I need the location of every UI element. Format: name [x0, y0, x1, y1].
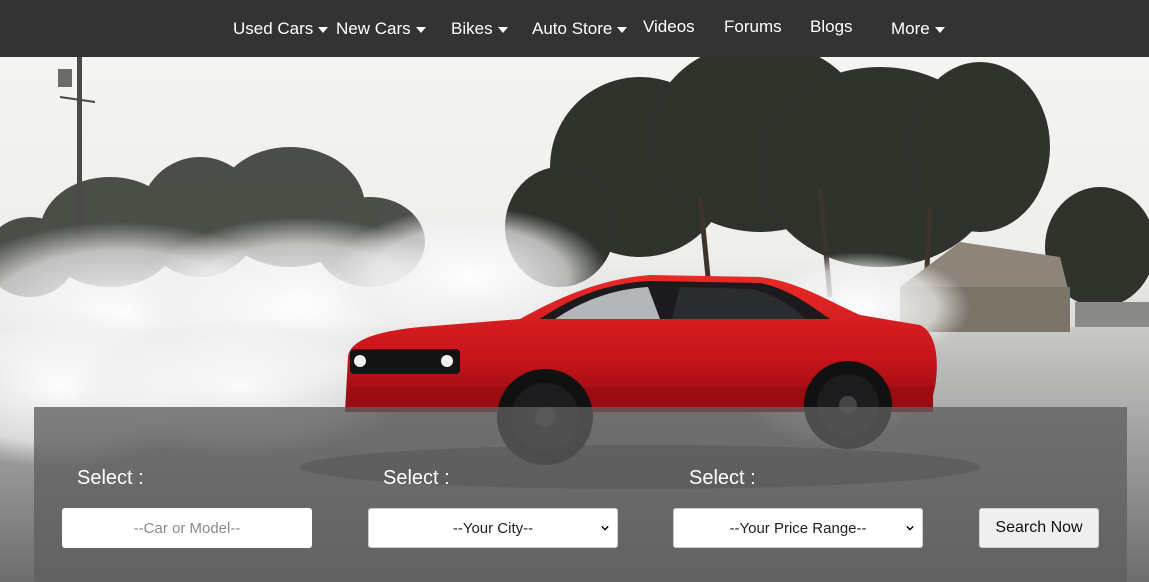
nav-more[interactable]: More — [891, 0, 945, 57]
nav-videos-label: Videos — [643, 16, 695, 36]
nav-forums-label: Forums — [724, 16, 782, 36]
chevron-down-icon — [601, 525, 609, 531]
nav-used-cars-label: Used Cars — [233, 18, 314, 38]
nav-blogs[interactable]: Blogs — [810, 0, 853, 55]
nav-used-cars[interactable]: Used Cars — [233, 0, 329, 57]
nav-new-cars-label: New Cars — [336, 18, 411, 38]
nav-auto-store[interactable]: Auto Store — [532, 0, 628, 57]
nav-bikes-label: Bikes — [451, 18, 493, 38]
caret-down-icon — [934, 26, 945, 33]
caret-down-icon — [318, 26, 329, 33]
caret-down-icon — [415, 26, 426, 33]
nav-more-label: More — [891, 18, 930, 38]
car-model-placeholder: --Car or Model-- — [133, 519, 241, 537]
select-label-price: Select : — [689, 467, 756, 489]
nav-auto-store-label: Auto Store — [532, 18, 613, 38]
price-range-select[interactable]: --Your Price Range-- — [673, 508, 923, 548]
nav-blogs-label: Blogs — [810, 16, 853, 36]
search-panel — [34, 407, 1127, 582]
city-select-value: --Your City-- — [452, 519, 534, 537]
caret-down-icon — [617, 26, 628, 33]
nav-forums[interactable]: Forums — [724, 0, 782, 55]
select-label-city: Select : — [383, 467, 450, 489]
nav-videos[interactable]: Videos — [643, 0, 695, 55]
car-model-input[interactable]: --Car or Model-- — [62, 508, 312, 548]
top-navigation: Used Cars New Cars Bikes Auto Store Vide… — [0, 0, 1149, 57]
search-now-button[interactable]: Search Now — [979, 508, 1099, 548]
nav-bikes[interactable]: Bikes — [451, 0, 508, 57]
nav-new-cars[interactable]: New Cars — [336, 0, 426, 57]
chevron-down-icon — [906, 525, 914, 531]
caret-down-icon — [497, 26, 508, 33]
select-label-model: Select : — [77, 467, 144, 489]
city-select[interactable]: --Your City-- — [368, 508, 618, 548]
price-range-select-value: --Your Price Range-- — [729, 519, 867, 537]
